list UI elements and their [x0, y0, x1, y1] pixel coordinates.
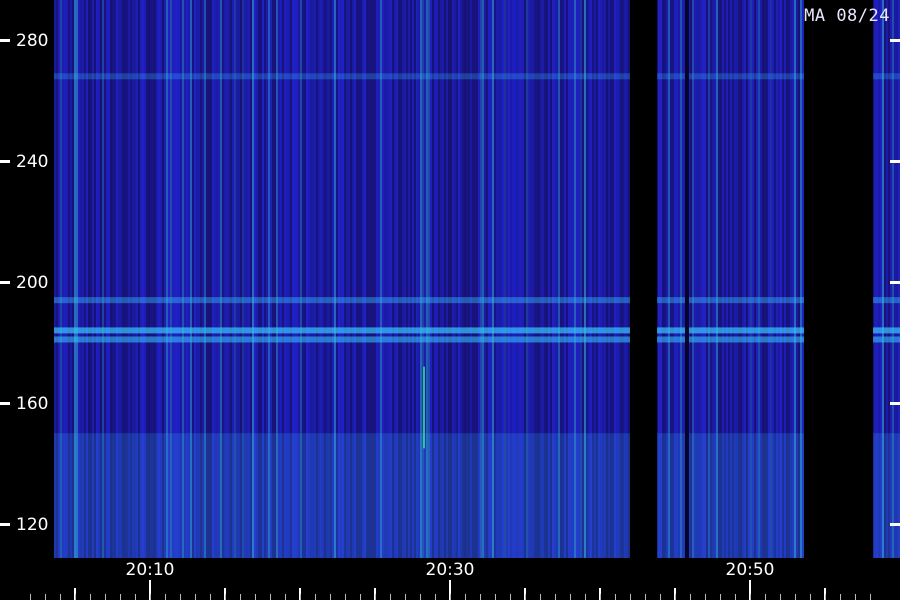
station-date-label: MA 08/24	[804, 6, 890, 26]
y-tick-label-200: 200	[16, 273, 49, 293]
x-minor-tick	[465, 594, 466, 600]
spectrogram	[0, 0, 900, 600]
x-minor-tick	[345, 594, 346, 600]
x-minor-tick	[525, 594, 526, 600]
x-minor-tick	[660, 594, 661, 600]
x-minor-tick	[210, 594, 211, 600]
x-minor-tick	[615, 594, 616, 600]
y-tick-right-120	[890, 523, 900, 526]
x-tick-label-2010: 20:10	[125, 560, 175, 580]
bright-band-0	[0, 327, 900, 334]
x-minor-tick	[600, 594, 601, 600]
x-minor-tick	[90, 594, 91, 600]
x-minor-tick	[645, 594, 646, 600]
y-tick-label-240: 240	[16, 152, 49, 172]
data-gap-2	[804, 0, 873, 558]
x-minor-tick	[540, 594, 541, 600]
x-minor-tick	[315, 594, 316, 600]
x-minor-tick	[300, 594, 301, 600]
x-minor-tick	[750, 594, 751, 600]
y-tick-left-280	[0, 39, 10, 42]
x-minor-tick	[585, 594, 586, 600]
x-minor-tick	[165, 594, 166, 600]
x-minor-tick	[60, 594, 61, 600]
x-minor-tick	[255, 594, 256, 600]
bright-band-1	[0, 336, 900, 343]
x-minor-tick	[285, 594, 286, 600]
x-minor-tick	[825, 594, 826, 600]
x-minor-tick	[195, 594, 196, 600]
x-minor-tick	[630, 594, 631, 600]
x-minor-tick	[390, 594, 391, 600]
x-minor-tick	[330, 594, 331, 600]
y-tick-right-160	[890, 402, 900, 405]
x-minor-tick	[870, 594, 871, 600]
x-minor-tick	[225, 594, 226, 600]
x-minor-tick	[270, 594, 271, 600]
x-tick-label-2030: 20:30	[425, 560, 475, 580]
y-tick-right-280	[890, 39, 900, 42]
x-minor-tick	[495, 594, 496, 600]
x-minor-tick	[555, 594, 556, 600]
x-minor-tick	[435, 594, 436, 600]
x-minor-tick	[180, 594, 181, 600]
y-tick-left-120	[0, 523, 10, 526]
x-minor-tick	[675, 594, 676, 600]
x-minor-tick	[30, 594, 31, 600]
accent-trace	[423, 366, 425, 449]
x-minor-tick	[720, 594, 721, 600]
x-minor-tick	[735, 594, 736, 600]
x-minor-tick	[375, 594, 376, 600]
x-minor-tick	[450, 594, 451, 600]
x-minor-tick	[135, 594, 136, 600]
x-minor-tick	[510, 594, 511, 600]
low-band-glow	[0, 433, 900, 558]
bright-band-3	[0, 73, 900, 80]
x-minor-tick	[120, 594, 121, 600]
y-tick-left-200	[0, 281, 10, 284]
bright-band-2	[0, 297, 900, 304]
x-minor-tick	[75, 594, 76, 600]
x-minor-tick	[570, 594, 571, 600]
x-minor-tick	[705, 594, 706, 600]
y-tick-left-240	[0, 160, 10, 163]
x-minor-tick	[780, 594, 781, 600]
x-minor-tick	[690, 594, 691, 600]
y-tick-label-280: 280	[16, 31, 49, 51]
x-minor-tick	[810, 594, 811, 600]
dark-stripe-0	[685, 0, 689, 558]
x-minor-tick	[480, 594, 481, 600]
x-minor-tick	[240, 594, 241, 600]
x-minor-tick	[855, 594, 856, 600]
x-minor-tick	[45, 594, 46, 600]
x-tick-label-2050: 20:50	[725, 560, 775, 580]
x-minor-tick	[795, 594, 796, 600]
x-minor-tick	[840, 594, 841, 600]
y-tick-label-160: 160	[16, 394, 49, 414]
x-minor-tick	[765, 594, 766, 600]
y-tick-right-200	[890, 281, 900, 284]
x-minor-tick	[150, 594, 151, 600]
x-minor-tick	[405, 594, 406, 600]
data-gap-1	[630, 0, 657, 558]
x-minor-tick	[105, 594, 106, 600]
x-minor-tick	[360, 594, 361, 600]
y-tick-right-240	[890, 160, 900, 163]
x-minor-tick	[420, 594, 421, 600]
y-tick-left-160	[0, 402, 10, 405]
y-tick-label-120: 120	[16, 515, 49, 535]
